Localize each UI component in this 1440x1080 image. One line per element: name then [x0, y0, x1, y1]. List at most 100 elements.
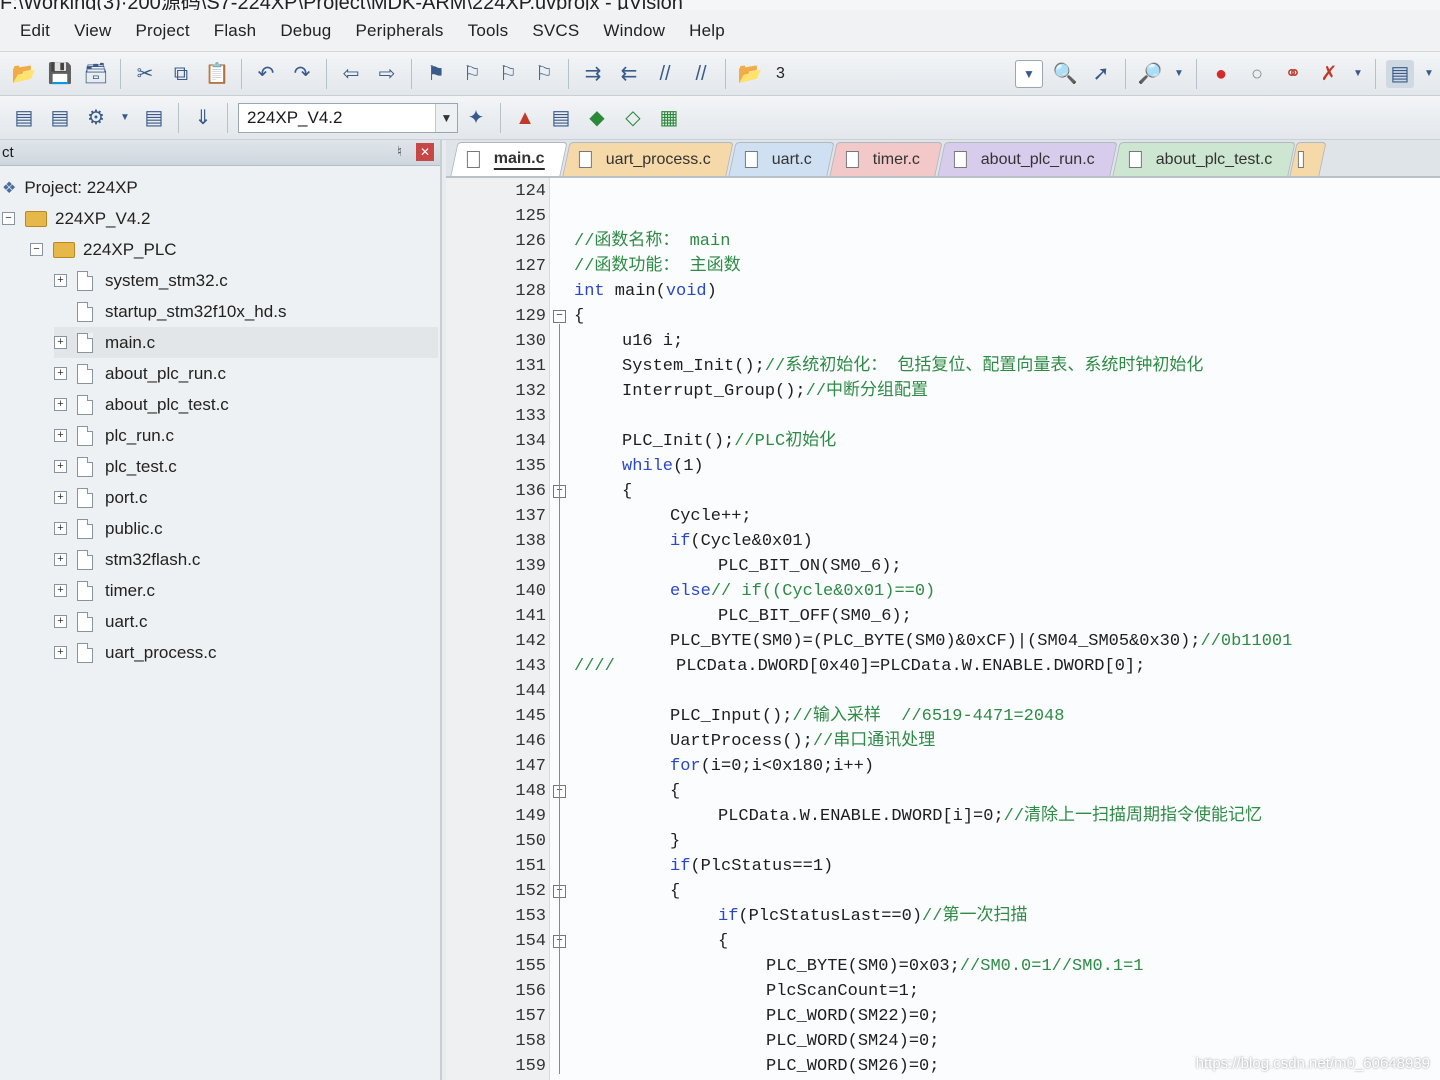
bookmark-icon[interactable]: ⚑: [422, 60, 450, 88]
code-line[interactable]: 124: [446, 179, 1440, 204]
tree-item-file[interactable]: + port.c: [54, 482, 148, 513]
tree-item-folder[interactable]: − 224XP_V4.2: [2, 203, 150, 234]
menu-project[interactable]: Project: [135, 21, 189, 41]
translate-icon[interactable]: ▤: [10, 104, 38, 132]
code-line[interactable]: 136−{: [446, 479, 1440, 504]
tree-expander-icon[interactable]: +: [54, 460, 67, 473]
debug-session-icon[interactable]: 🔎: [1136, 60, 1164, 88]
code-line[interactable]: 133: [446, 404, 1440, 429]
bookmark-next-icon[interactable]: ⚐: [494, 60, 522, 88]
chevron-down-icon[interactable]: ▼: [435, 103, 457, 132]
window-layout-icon[interactable]: ▤: [1386, 59, 1414, 88]
rebuild-icon[interactable]: ⚙: [82, 104, 110, 132]
tab-uart_process-c[interactable]: uart_process.c: [562, 142, 734, 176]
menu-flash[interactable]: Flash: [214, 21, 257, 41]
code-line[interactable]: 152−{: [446, 879, 1440, 904]
tab-more[interactable]: [1289, 142, 1327, 176]
run-time-env-icon[interactable]: ◆: [583, 104, 611, 132]
menu-peripherals[interactable]: Peripherals: [355, 21, 443, 41]
code-line[interactable]: 132 Interrupt_Group();//中断分组配置: [446, 379, 1440, 404]
tree-item-file[interactable]: + stm32flash.c: [54, 544, 200, 575]
tree-expander-icon[interactable]: +: [54, 553, 67, 566]
source-browser-icon[interactable]: ➚: [1087, 60, 1115, 88]
code-line[interactable]: 157 PLC_WORD(SM22)=0;: [446, 1004, 1440, 1029]
tree-expander-icon[interactable]: +: [54, 522, 67, 535]
code-line[interactable]: 155 PLC_BYTE(SM0)=0x03;//SM0.0=1//SM0.1=1: [446, 954, 1440, 979]
code-line[interactable]: 144: [446, 679, 1440, 704]
target-options-icon[interactable]: ✦: [462, 104, 490, 132]
find-field-value[interactable]: 3: [776, 65, 785, 83]
tab-timer-c[interactable]: timer.c: [829, 142, 943, 176]
menu-svcs[interactable]: SVCS: [532, 21, 579, 41]
tree-item-file[interactable]: startup_stm32f10x_hd.s: [54, 296, 286, 327]
code-line[interactable]: 128 int main(void): [446, 279, 1440, 304]
tree-item-project[interactable]: ❖ Project: 224XP: [2, 172, 138, 203]
menu-view[interactable]: View: [74, 21, 111, 41]
tree-expander-icon[interactable]: +: [54, 584, 67, 597]
chevron-down-icon[interactable]: ▼: [118, 104, 132, 132]
tree-expander-icon[interactable]: +: [54, 491, 67, 504]
code-line[interactable]: 142 PLC_BYTE(SM0)=(PLC_BYTE(SM0)&0xCF)|(S…: [446, 629, 1440, 654]
tree-item-file[interactable]: + timer.c: [54, 575, 155, 606]
code-line[interactable]: 127 //函数功能： 主函数: [446, 254, 1440, 279]
tree-item-file[interactable]: + public.c: [54, 513, 163, 544]
select-packs-icon[interactable]: ▦: [655, 104, 683, 132]
copy-icon[interactable]: ⧉: [167, 60, 195, 88]
chevron-down-icon[interactable]: ▼: [1422, 60, 1436, 88]
nav-back-icon[interactable]: ⇦: [337, 60, 365, 88]
copy-config-icon[interactable]: ▤: [547, 104, 575, 132]
indent-icon[interactable]: ⇉: [579, 60, 607, 88]
undo-icon[interactable]: ↶: [252, 60, 280, 88]
code-line[interactable]: 147 for(i=0;i<0x180;i++): [446, 754, 1440, 779]
code-line[interactable]: 148−{: [446, 779, 1440, 804]
manage-project-icon[interactable]: ▲: [511, 104, 539, 132]
menu-help[interactable]: Help: [689, 21, 725, 41]
code-line[interactable]: 130 u16 i;: [446, 329, 1440, 354]
close-icon[interactable]: ✕: [416, 143, 434, 161]
code-line[interactable]: 129−{: [446, 304, 1440, 329]
cut-icon[interactable]: ✂: [131, 60, 159, 88]
chevron-down-icon[interactable]: ▼: [1172, 60, 1186, 88]
code-line[interactable]: 141 PLC_BIT_OFF(SM0_6);: [446, 604, 1440, 629]
tab-main-c[interactable]: main.c: [450, 142, 568, 176]
tab-uart-c[interactable]: uart.c: [728, 142, 835, 176]
download-icon[interactable]: ⇓: [189, 104, 217, 132]
breakpoint-enable-icon[interactable]: ○: [1243, 60, 1271, 88]
bookmark-clear-icon[interactable]: ⚐: [530, 60, 558, 88]
paste-icon[interactable]: 📋: [203, 60, 231, 88]
code-editor[interactable]: 124 125 126 //函数名称： main 127 //函数功能： 主函数 128 in…: [446, 178, 1440, 1080]
code-line[interactable]: 145 PLC_Input();//输入采样 //6519-4471=2048: [446, 704, 1440, 729]
fold-collapse-icon[interactable]: −: [553, 310, 566, 323]
pin-icon[interactable]: ♮: [397, 143, 402, 160]
tree-item-file[interactable]: + uart_process.c: [54, 637, 217, 668]
menu-tools[interactable]: Tools: [468, 21, 509, 41]
bookmark-prev-icon[interactable]: ⚐: [458, 60, 486, 88]
tree-expander-icon[interactable]: +: [54, 429, 67, 442]
build-icon[interactable]: ▤: [46, 104, 74, 132]
breakpoint-insert-icon[interactable]: ●: [1207, 60, 1235, 88]
incremental-find-icon[interactable]: 🔍: [1051, 60, 1079, 88]
code-line[interactable]: 153 if(PlcStatusLast==0)//第一次扫描: [446, 904, 1440, 929]
tree-expander-icon[interactable]: +: [54, 398, 67, 411]
open-icon[interactable]: 📂: [10, 60, 38, 88]
code-line[interactable]: 137 Cycle++;: [446, 504, 1440, 529]
pack-installer-icon[interactable]: ◇: [619, 104, 647, 132]
tree-expander-icon[interactable]: −: [30, 243, 43, 256]
tree-expander-icon[interactable]: +: [54, 615, 67, 628]
tree-item-file[interactable]: + main.c: [54, 327, 438, 358]
menu-edit[interactable]: Edit: [20, 21, 50, 41]
menu-window[interactable]: Window: [603, 21, 665, 41]
save-icon[interactable]: 💾: [46, 60, 74, 88]
tab-about_plc_test-c[interactable]: about_plc_test.c: [1112, 142, 1295, 176]
code-line[interactable]: 125: [446, 204, 1440, 229]
uncomment-icon[interactable]: //: [687, 60, 715, 88]
tree-item-file[interactable]: + about_plc_test.c: [54, 389, 229, 420]
chevron-down-icon[interactable]: ▼: [1351, 60, 1365, 88]
nav-forward-icon[interactable]: ⇨: [373, 60, 401, 88]
tab-about_plc_run-c[interactable]: about_plc_run.c: [937, 142, 1118, 176]
code-line[interactable]: 146 UartProcess();//串口通讯处理: [446, 729, 1440, 754]
tree-item-file[interactable]: + plc_test.c: [54, 451, 177, 482]
tree-item-file[interactable]: + about_plc_run.c: [54, 358, 226, 389]
save-all-icon[interactable]: 🗃: [82, 60, 110, 88]
code-line[interactable]: 149 PLCData.W.ENABLE.DWORD[i]=0;//清除上一扫描周…: [446, 804, 1440, 829]
